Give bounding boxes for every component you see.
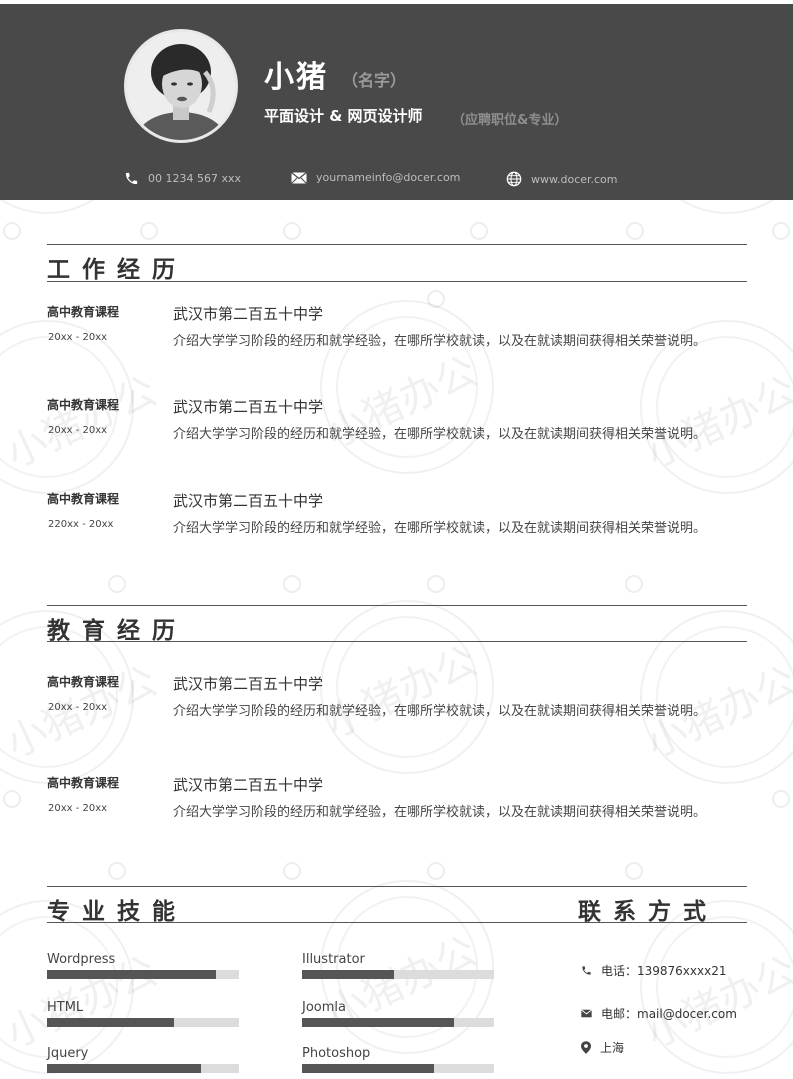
watermark-seal <box>640 610 793 784</box>
entry-course: 高中教育课程 <box>47 305 120 319</box>
skill-bar-fill <box>47 1018 174 1027</box>
entry-school: 武汉市第二百五十中学 <box>173 492 324 510</box>
entry-course: 高中教育课程 <box>47 675 120 689</box>
phone-icon <box>582 966 591 975</box>
mail-icon <box>291 171 307 184</box>
skill-bar <box>302 970 494 979</box>
skill-bar <box>47 970 239 979</box>
skill-name: Joomla <box>302 1000 346 1015</box>
entry-course: 高中教育课程 <box>47 398 120 412</box>
entry-school: 武汉市第二百五十中学 <box>173 776 324 794</box>
watermark-seal <box>320 600 494 774</box>
entry-description: 介绍大学学习阶段的经历和就学经验，在哪所学校就读，以及在就读期间获得相关荣誉说明… <box>173 704 707 719</box>
skill-name: Wordpress <box>47 952 116 967</box>
skill-name: Illustrator <box>302 952 365 967</box>
candidate-name: 小猪 <box>264 60 328 95</box>
skill-item: Photoshop <box>302 1046 494 1073</box>
header-email-text: yournameinfo@docer.com <box>316 171 461 184</box>
contact-location: 上海 <box>581 1039 624 1056</box>
contact-phone: 电话：139876xxxx21 <box>581 962 727 979</box>
watermark-seal <box>640 900 793 1074</box>
section-rule <box>47 641 747 642</box>
section-rule <box>47 244 747 245</box>
skill-bar-fill <box>47 1064 201 1073</box>
entry-description: 介绍大学学习阶段的经历和就学经验，在哪所学校就读，以及在就读期间获得相关荣誉说明… <box>173 805 707 820</box>
watermark-seal <box>320 300 494 474</box>
entry-period: 20xx - 20xx <box>48 702 108 713</box>
education-section-title: 教育经历 <box>47 618 187 644</box>
contact-email-text: 电邮：mail@docer.com <box>601 1007 737 1021</box>
header-phone-text: 00 1234 567 xxx <box>148 172 242 185</box>
skills-section-title: 专业技能 <box>47 899 187 925</box>
header-website-text: www.docer.com <box>531 172 618 186</box>
skill-item: Joomla <box>302 1000 494 1027</box>
section-rule <box>47 922 747 923</box>
watermark-text: 小猪办公 <box>639 367 793 478</box>
entry-school: 武汉市第二百五十中学 <box>173 675 324 693</box>
portrait-image <box>127 32 235 140</box>
contact-section-title: 联系方式 <box>578 899 718 925</box>
watermark-text: 小猪办公 <box>0 367 164 478</box>
name-hint: （名字） <box>342 71 407 90</box>
contact-phone-text: 电话：139876xxxx21 <box>601 964 727 978</box>
skill-bar-fill <box>302 970 395 979</box>
contact-location-text: 上海 <box>600 1041 625 1055</box>
profile-header: 小猪 （名字） 平面设计 & 网页设计师 （应聘职位&专业） 00 1234 5… <box>0 4 793 200</box>
location-icon <box>581 1041 591 1054</box>
skill-name: Photoshop <box>302 1046 371 1061</box>
entry-description: 介绍大学学习阶段的经历和就学经验，在哪所学校就读，以及在就读期间获得相关荣誉说明… <box>173 521 707 536</box>
entry-description: 介绍大学学习阶段的经历和就学经验，在哪所学校就读，以及在就读期间获得相关荣誉说明… <box>173 427 707 442</box>
skill-name: Jquery <box>47 1046 89 1061</box>
skill-bar <box>302 1064 494 1073</box>
avatar <box>124 29 238 143</box>
job-title: 平面设计 & 网页设计师 <box>264 107 423 125</box>
watermark-text: 小猪办公 <box>319 637 484 748</box>
entry-course: 高中教育课程 <box>47 492 120 506</box>
skill-bar <box>47 1018 239 1027</box>
skill-bar-fill <box>302 1018 454 1027</box>
header-email: yournameinfo@docer.com <box>291 171 460 184</box>
phone-icon <box>125 172 138 185</box>
skill-bar <box>47 1064 239 1073</box>
mail-icon <box>581 1009 592 1018</box>
skill-item: HTML <box>47 1000 239 1027</box>
entry-period: 20xx - 20xx <box>48 803 108 814</box>
skill-bar-fill <box>47 970 216 979</box>
entry-period: 220xx - 20xx <box>48 519 114 530</box>
section-rule <box>47 281 747 282</box>
skill-bar <box>302 1018 494 1027</box>
header-website: www.docer.com <box>506 171 618 187</box>
skill-item: Illustrator <box>302 952 494 979</box>
skill-item: Jquery <box>47 1046 239 1073</box>
skill-item: Wordpress <box>47 952 239 979</box>
entry-description: 介绍大学学习阶段的经历和就学经验，在哪所学校就读，以及在就读期间获得相关荣誉说明… <box>173 334 707 349</box>
section-rule <box>47 886 747 887</box>
entry-school: 武汉市第二百五十中学 <box>173 398 324 416</box>
entry-course: 高中教育课程 <box>47 776 120 790</box>
entry-school: 武汉市第二百五十中学 <box>173 305 324 323</box>
job-hint: （应聘职位&专业） <box>452 113 568 128</box>
entry-period: 20xx - 20xx <box>48 425 108 436</box>
watermark-text: 小猪办公 <box>639 947 793 1058</box>
globe-icon <box>506 171 522 187</box>
skill-bar-fill <box>302 1064 435 1073</box>
work-section-title: 工作经历 <box>47 257 187 283</box>
skill-name: HTML <box>47 1000 84 1015</box>
entry-period: 20xx - 20xx <box>48 332 108 343</box>
section-rule <box>47 605 747 606</box>
contact-email: 电邮：mail@docer.com <box>581 1005 737 1022</box>
header-phone: 00 1234 567 xxx <box>124 171 241 186</box>
